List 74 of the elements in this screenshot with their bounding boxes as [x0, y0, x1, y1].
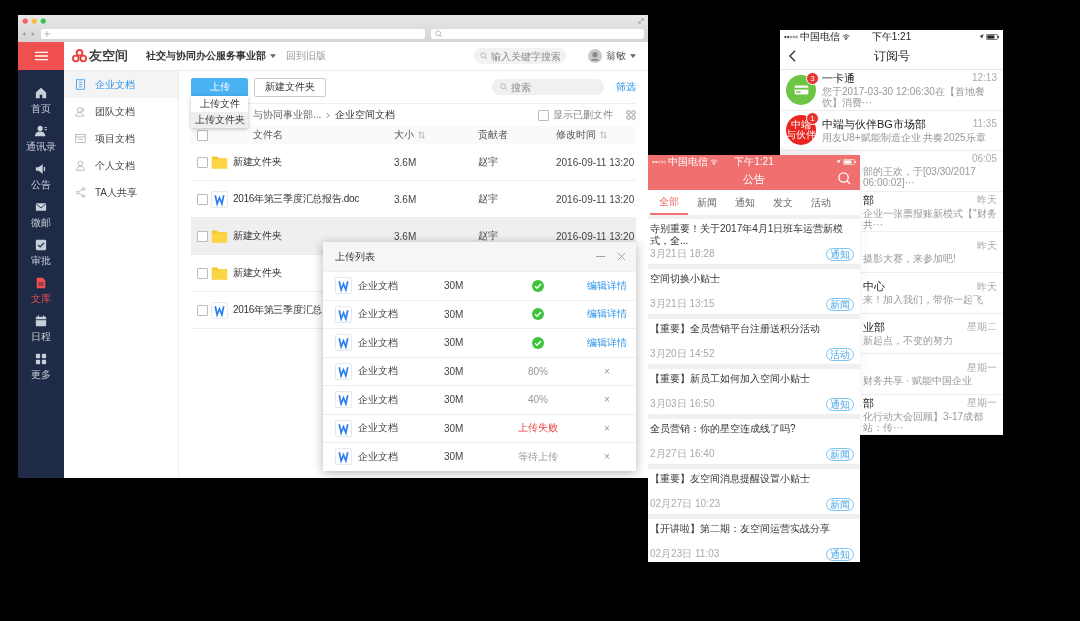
file-name: 企业文档 [358, 335, 399, 350]
notice-date: 3月21日 13:15 [650, 297, 715, 311]
message-time: 06:05 [971, 153, 997, 166]
notice-title: 【重要】全员营销平台注册送积分活动 [650, 323, 821, 335]
file-size: 30M [444, 337, 465, 349]
file-name: 2016年第三季度汇总报告.doc [233, 192, 360, 206]
channel-name: 部 [863, 193, 875, 207]
carrier-name: 中国电信 [800, 30, 840, 43]
modified-time: 2016-09-11 13:20 [556, 230, 636, 242]
file-name: 企业文档 [358, 307, 399, 322]
modified-time: 2016-09-11 13:20 [556, 193, 636, 205]
notice-date: 3月20日 14:52 [650, 347, 715, 361]
file-size: 30M [444, 451, 465, 463]
channel-name: 一卡通 [822, 71, 856, 85]
message-preview: 财务共享 · 赋能中国企业 [863, 374, 973, 386]
upload-status: 等待上传 [518, 449, 558, 464]
upload-status: 上传失败 [518, 421, 558, 436]
carrier-name: 中国电信 [668, 155, 708, 168]
contributor-name: 赵宇 [478, 192, 499, 206]
message-time: 昨天 [977, 280, 997, 293]
upload-status: 80% [528, 365, 548, 377]
screen-title: 公告 [743, 171, 765, 187]
contributor-name: 赵宇 [478, 229, 499, 243]
file-size: 3.6M [394, 230, 418, 242]
file-name: 企业文档 [358, 449, 399, 464]
notice-title: 【重要】友空间消息提醒设置小贴士 [650, 473, 811, 485]
file-size: 30M [444, 365, 465, 377]
contributor-name: 赵宇 [478, 155, 499, 169]
file-name: 新建文件夹 [233, 155, 282, 169]
channel-name: 业部 [863, 320, 886, 334]
notice-title: 寺别重要！关于2017年4月1日班车运营新模式，全... [650, 223, 845, 247]
channel-name: 部 [863, 396, 875, 410]
file-size: 30M [444, 308, 465, 320]
message-preview: 化行动大会回顾】3-17成都站：传··· [863, 410, 984, 433]
message-time: 11:35 [972, 118, 997, 131]
file-name: 企业文档 [358, 278, 399, 293]
screen-title: 订阅号 [873, 47, 910, 65]
avatar-text: 与伙伴 [786, 130, 816, 141]
notice-title: 【开讲啦】第二期：友空间运营实战分享 [650, 523, 831, 535]
file-name: 新建文件夹 [233, 229, 282, 243]
file-size: 3.6M [394, 193, 418, 205]
message-preview: 摄影大赛，来参加吧! [863, 253, 957, 265]
notice-date: 2月27日 16:40 [650, 447, 715, 461]
status-time: 下午1:21 [871, 30, 912, 43]
modified-time: 2016-09-11 13:20 [556, 156, 636, 168]
file-size: 30M [444, 394, 465, 406]
message-time: 昨天 [977, 240, 997, 253]
file-size: 30M [444, 422, 465, 434]
file-name: 企业文档 [358, 364, 399, 379]
notice-date: 02月27日 10:23 [650, 497, 721, 511]
file-size: 3.6M [394, 156, 418, 168]
message-preview: 用友U8+赋能制造企业 共奏2025乐章 [822, 131, 987, 143]
file-size: 30M [444, 280, 465, 292]
notice-title: 空间切换小贴士 [650, 273, 721, 285]
unread-badge: 3 [806, 71, 819, 85]
file-name: 新建文件夹 [233, 266, 282, 280]
file-name: 企业文档 [358, 421, 399, 436]
channel-name: 中心 [863, 280, 886, 294]
notice-date: 02月23日 11:03 [650, 547, 720, 561]
message-preview: 部的王欢，于[03/30/2017 06:00:02]··· [863, 166, 977, 189]
message-time: 12:13 [971, 72, 997, 85]
message-preview: 您于2017-03-30 12:06:30在【首地餐饮】消费··· [822, 85, 986, 108]
file-name: 企业文档 [358, 392, 399, 407]
message-time: 昨天 [977, 194, 997, 207]
notice-date: 3月21日 18:28 [650, 247, 715, 261]
notice-title: 【重要】新员工如何加入空间小贴士 [650, 373, 811, 385]
upload-status: 40% [528, 394, 548, 406]
message-preview: 新起点，不变的努力 [863, 334, 954, 346]
file-name: 2016年第三季度汇总 [233, 303, 322, 317]
channel-name: 中端与伙伴BG市场部 [822, 117, 927, 131]
status-time: 下午1:21 [734, 155, 774, 168]
notice-title: 全员营销：你的星空连成线了吗? [650, 423, 797, 435]
notice-date: 3月03日 16:50 [650, 397, 715, 411]
app-logo-text: 友空间 [89, 47, 128, 65]
